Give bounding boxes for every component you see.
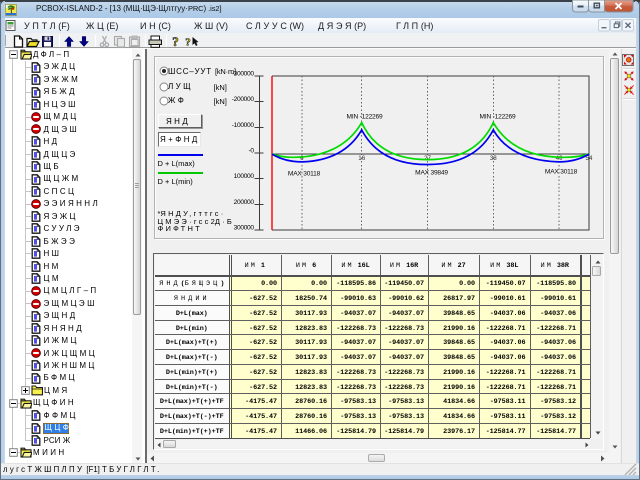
svg-text:100000: 100000: [234, 173, 255, 180]
svg-text:?: ?: [172, 35, 179, 48]
svg-text:300000: 300000: [234, 225, 255, 232]
svg-text:MIN -122269: MIN -122269: [347, 114, 383, 121]
svg-text:-100000: -100000: [232, 122, 255, 129]
svg-text:-0: -0: [249, 148, 255, 155]
svg-text:49: 49: [556, 155, 563, 162]
svg-text:6: 6: [300, 155, 304, 162]
svg-text:MAX 30118: MAX 30118: [288, 171, 321, 178]
svg-text:38: 38: [490, 155, 497, 162]
svg-text:MAX 30118: MAX 30118: [545, 169, 578, 176]
svg-text:27: 27: [424, 155, 431, 162]
svg-text:-200000: -200000: [232, 96, 255, 103]
svg-text:MAX 39849: MAX 39849: [415, 170, 448, 177]
svg-text:200000: 200000: [234, 199, 255, 206]
svg-text:16: 16: [358, 155, 365, 162]
svg-text:-300000: -300000: [232, 71, 255, 78]
svg-text:?: ?: [185, 36, 191, 48]
svg-text:MIN -122269: MIN -122269: [480, 114, 516, 121]
